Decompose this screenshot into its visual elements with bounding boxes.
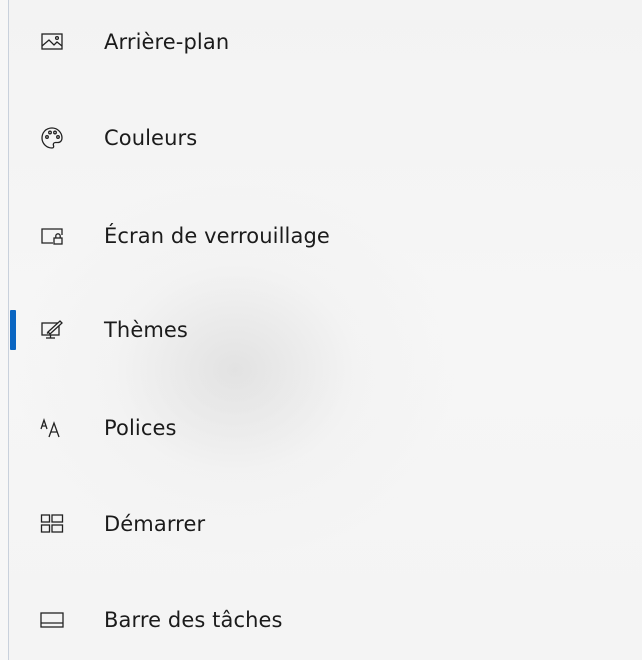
sidebar-item-label: Couleurs	[104, 126, 198, 150]
sidebar-item-label: Thèmes	[104, 318, 188, 342]
sidebar-item-demarrer[interactable]: Démarrer	[0, 496, 642, 552]
fonts-icon	[39, 415, 65, 441]
sidebar-item-couleurs[interactable]: Couleurs	[0, 110, 642, 166]
palette-icon	[39, 125, 65, 151]
sidebar-item-label: Barre des tâches	[104, 608, 283, 632]
picture-icon	[39, 29, 65, 55]
sidebar-item-themes[interactable]: Thèmes	[0, 302, 642, 358]
sidebar-item-label: Arrière-plan	[104, 30, 230, 54]
themes-icon	[39, 317, 65, 343]
lock-screen-icon	[39, 223, 65, 249]
start-icon	[39, 511, 65, 537]
sidebar-item-barre-des-taches[interactable]: Barre des tâches	[0, 592, 642, 648]
personalization-sidebar: Arrière-plan Couleurs Écran de verrouill…	[0, 0, 642, 660]
taskbar-icon	[39, 607, 65, 633]
sidebar-item-label: Écran de verrouillage	[104, 224, 330, 248]
sidebar-item-ecran-de-verrouillage[interactable]: Écran de verrouillage	[0, 208, 642, 264]
sidebar-item-arriere-plan[interactable]: Arrière-plan	[0, 14, 642, 70]
sidebar-item-label: Démarrer	[104, 512, 206, 536]
sidebar-item-label: Polices	[104, 416, 177, 440]
sidebar-item-polices[interactable]: Polices	[0, 400, 642, 456]
